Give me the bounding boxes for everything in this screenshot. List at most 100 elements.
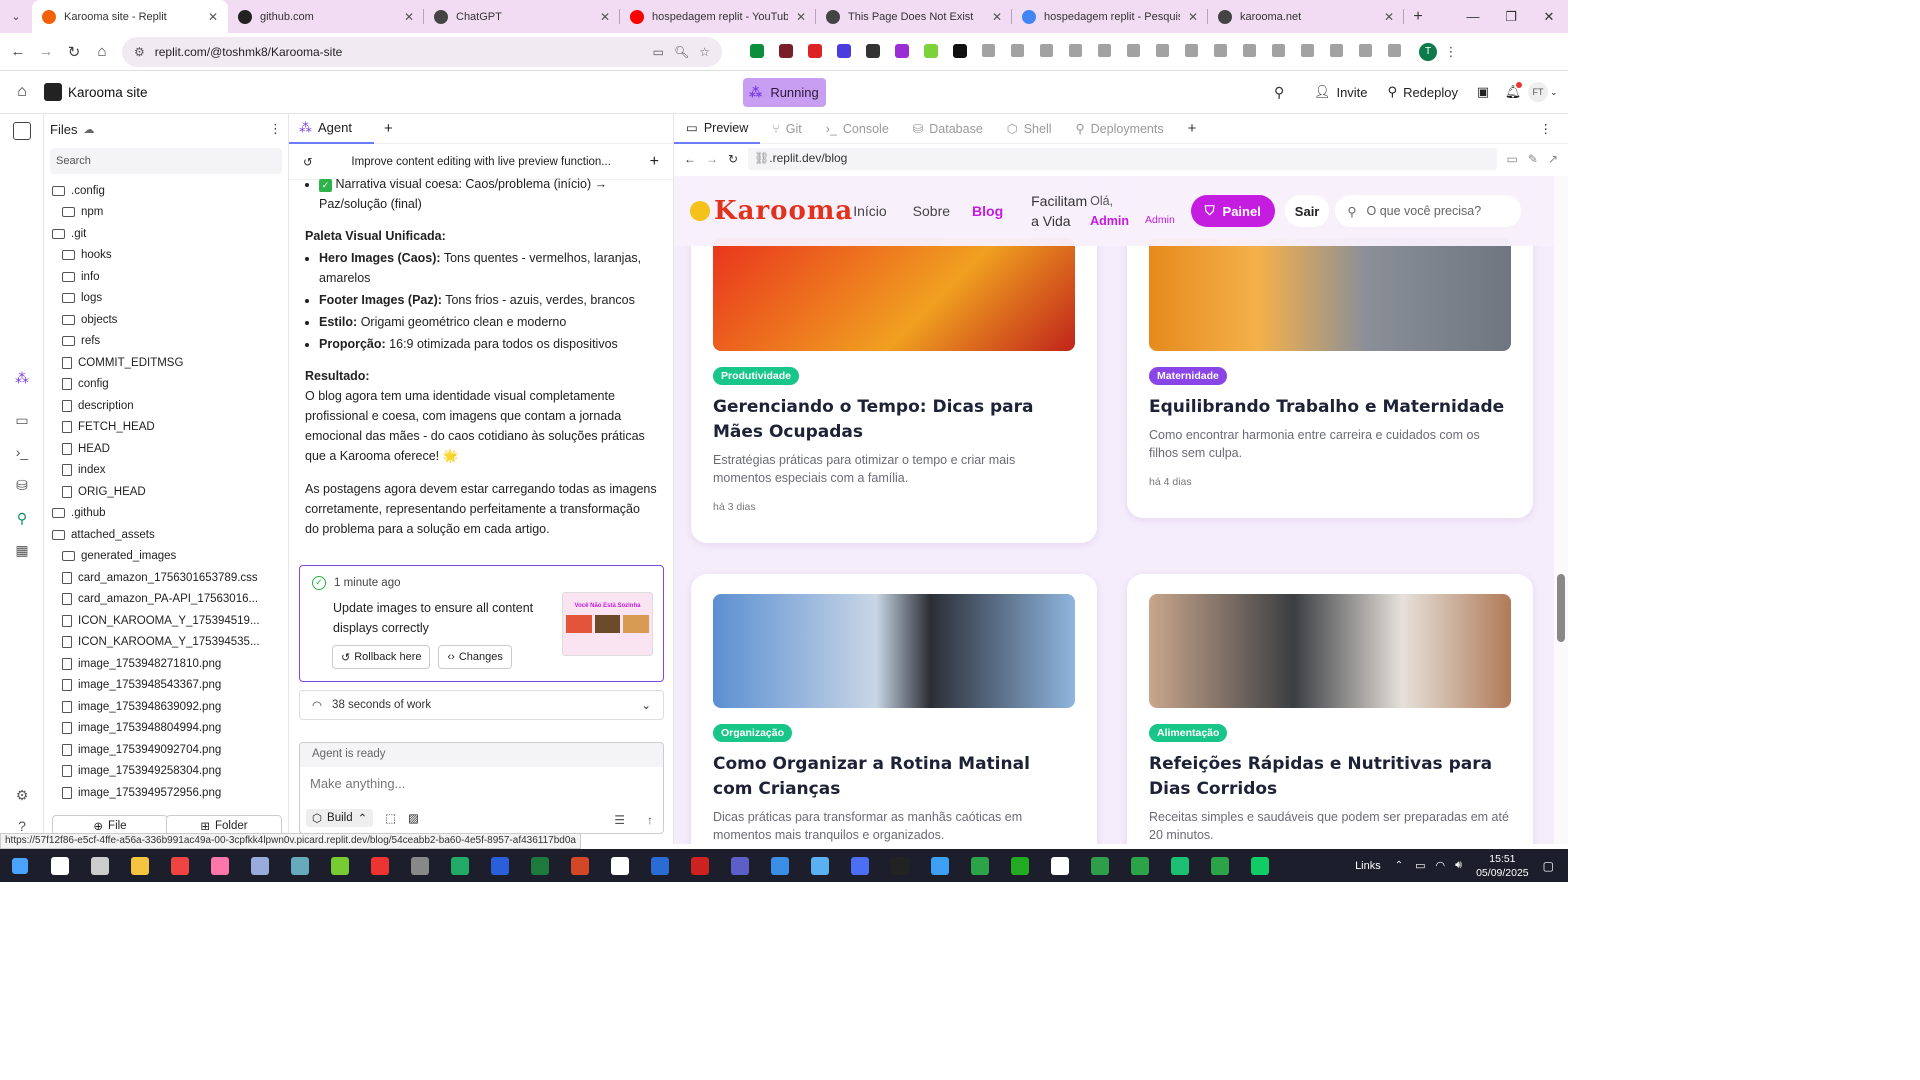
agent-prompt-input[interactable]: Make anything... bbox=[300, 767, 663, 800]
close-tab-icon[interactable]: ✕ bbox=[1384, 10, 1394, 24]
post-title[interactable]: Como Organizar a Rotina Matinal com Cria… bbox=[713, 752, 1075, 802]
browser-tab[interactable]: ChatGPT ✕ bbox=[424, 0, 620, 33]
folder-item[interactable]: attached_assets bbox=[44, 524, 288, 546]
preview-url[interactable]: ⛓.replit.dev/blog bbox=[748, 148, 1497, 170]
close-tab-icon[interactable]: ✕ bbox=[1188, 10, 1198, 24]
app-green-hex-icon[interactable] bbox=[1160, 849, 1200, 882]
files-menu-icon[interactable]: ⋮ bbox=[269, 121, 282, 137]
add-tab-button[interactable]: + bbox=[1176, 120, 1209, 137]
history-icon[interactable] bbox=[1119, 43, 1148, 60]
user-avatar[interactable]: FT ⌄ bbox=[1528, 82, 1568, 102]
file-item[interactable]: image_1753949092704.png bbox=[44, 739, 288, 761]
password-key-icon[interactable] bbox=[1032, 43, 1061, 60]
chrome-icon-2[interactable] bbox=[1120, 849, 1160, 882]
chrome-icon[interactable] bbox=[960, 849, 1000, 882]
notes-icon[interactable] bbox=[280, 849, 320, 882]
excel-icon[interactable] bbox=[520, 849, 560, 882]
word-icon[interactable] bbox=[480, 849, 520, 882]
post-image[interactable] bbox=[1149, 238, 1511, 351]
folder-item[interactable]: .git bbox=[44, 223, 288, 245]
monitor-icon[interactable]: ▭ bbox=[13, 412, 31, 430]
file-item[interactable]: image_1753949258304.png bbox=[44, 761, 288, 783]
post-image[interactable] bbox=[713, 594, 1075, 708]
tab-shell[interactable]: ⬡ Shell bbox=[995, 114, 1064, 144]
tab-preview[interactable]: ▭ Preview bbox=[674, 114, 761, 144]
print-icon[interactable] bbox=[1177, 43, 1206, 60]
files-icon[interactable] bbox=[13, 122, 31, 140]
omnibox[interactable]: ⚙ replit.com/@toshmk8/Karooma-site ▭ 🔍︎ … bbox=[122, 36, 722, 67]
folder-item[interactable]: generated_images bbox=[44, 546, 288, 568]
extension-green-icon[interactable] bbox=[742, 43, 771, 60]
tab-git[interactable]: ⑂ Git bbox=[760, 114, 814, 144]
close-tab-icon[interactable]: ✕ bbox=[796, 10, 806, 24]
restore-button[interactable]: ❐ bbox=[1492, 9, 1530, 25]
file-item[interactable]: HEAD bbox=[44, 438, 288, 460]
add-tab-button[interactable]: + bbox=[374, 120, 403, 137]
extension-n-icon[interactable] bbox=[945, 43, 974, 60]
app-gray-icon[interactable] bbox=[400, 849, 440, 882]
database-icon[interactable]: ⛁ bbox=[13, 477, 31, 495]
browser-tab[interactable]: hospedagem replit - Pesquisa G ✕ bbox=[1012, 0, 1208, 33]
powershell-icon[interactable] bbox=[640, 849, 680, 882]
extension-red-icon[interactable] bbox=[800, 43, 829, 60]
browser-tab[interactable]: This Page Does Not Exist ✕ bbox=[816, 0, 1012, 33]
file-item[interactable]: image_1753948804994.png bbox=[44, 718, 288, 740]
forward-icon[interactable]: → bbox=[706, 152, 718, 166]
post-category-badge[interactable]: Produtividade bbox=[713, 367, 800, 385]
file-item[interactable]: config bbox=[44, 374, 288, 396]
close-tab-icon[interactable]: ✕ bbox=[992, 10, 1002, 24]
reading-list-icon[interactable] bbox=[1090, 43, 1119, 60]
nav-blog[interactable]: Blog bbox=[972, 203, 1003, 219]
wifi-icon[interactable]: ◠ bbox=[1436, 859, 1446, 872]
image-attach-icon[interactable]: ▨ bbox=[408, 811, 419, 825]
browser-tab[interactable]: karooma.net ✕ bbox=[1208, 0, 1404, 33]
document-icon[interactable] bbox=[600, 849, 640, 882]
extension-blue-icon[interactable] bbox=[829, 43, 858, 60]
qr-code-icon[interactable] bbox=[1264, 43, 1293, 60]
notifications-panel-icon[interactable]: ▣ bbox=[1468, 84, 1498, 100]
open-external-icon[interactable]: ↗ bbox=[1548, 152, 1558, 166]
checkpoint-thumbnail[interactable]: Você Não Está Sozinha bbox=[562, 592, 653, 656]
thread-title[interactable]: Improve content editing with live previe… bbox=[327, 156, 636, 168]
app-red-circle-icon[interactable] bbox=[360, 849, 400, 882]
post-image[interactable] bbox=[713, 238, 1075, 351]
windows-start-icon[interactable] bbox=[0, 849, 40, 882]
search-icon[interactable]: ⚲ bbox=[1274, 84, 1304, 101]
share-link-icon[interactable] bbox=[1322, 43, 1351, 60]
files-search-input[interactable]: Search bbox=[50, 148, 282, 174]
folder-item[interactable]: logs bbox=[44, 288, 288, 310]
back-icon[interactable]: ← bbox=[684, 152, 696, 166]
notifications-icon[interactable]: ▢ bbox=[1543, 859, 1554, 873]
settings-icon[interactable]: ⚙ bbox=[13, 787, 31, 805]
deploy-icon[interactable]: ⚲ bbox=[13, 510, 31, 528]
panel-button[interactable]: ⛉ Painel bbox=[1190, 195, 1275, 227]
profile-avatar[interactable]: T bbox=[1419, 42, 1437, 61]
post-category-badge[interactable]: Organização bbox=[713, 724, 793, 742]
cast-icon[interactable] bbox=[1351, 43, 1380, 60]
file-item[interactable]: ICON_KAROOMA_Y_175394535... bbox=[44, 632, 288, 654]
terminal-icon[interactable] bbox=[880, 849, 920, 882]
search-icon[interactable] bbox=[40, 849, 80, 882]
drive-icon[interactable] bbox=[1080, 849, 1120, 882]
file-item[interactable]: ICON_KAROOMA_Y_175394519... bbox=[44, 610, 288, 632]
logout-button[interactable]: Sair bbox=[1284, 195, 1330, 227]
shell-icon[interactable]: ›_ bbox=[13, 444, 31, 462]
tab-deployments[interactable]: ⚲ Deployments bbox=[1064, 114, 1176, 144]
download-icon[interactable] bbox=[1148, 43, 1177, 60]
zoom-icon[interactable]: 🔍︎ bbox=[674, 45, 689, 59]
site-info-icon[interactable]: ⚙ bbox=[134, 45, 145, 59]
file-item[interactable]: description bbox=[44, 395, 288, 417]
task-view-icon[interactable] bbox=[80, 849, 120, 882]
calculator-icon[interactable] bbox=[240, 849, 280, 882]
extension-purple-icon[interactable] bbox=[887, 43, 916, 60]
tray-chevron-icon[interactable]: ⌃ bbox=[1395, 860, 1403, 871]
folder-item[interactable]: hooks bbox=[44, 245, 288, 267]
file-explorer-icon[interactable] bbox=[120, 849, 160, 882]
app-red-icon[interactable] bbox=[160, 849, 200, 882]
folder-item[interactable]: info bbox=[44, 266, 288, 288]
blog-post-card[interactable]: Organização Como Organizar a Rotina Matin… bbox=[691, 574, 1097, 844]
clock[interactable]: 15:51 05/09/2025 bbox=[1476, 852, 1529, 880]
settings-sliders-icon[interactable]: ☰ bbox=[614, 813, 625, 827]
redeploy-button[interactable]: ⚲ Redeploy bbox=[1378, 84, 1468, 100]
rollback-button[interactable]: ↺ Rollback here bbox=[332, 645, 431, 669]
